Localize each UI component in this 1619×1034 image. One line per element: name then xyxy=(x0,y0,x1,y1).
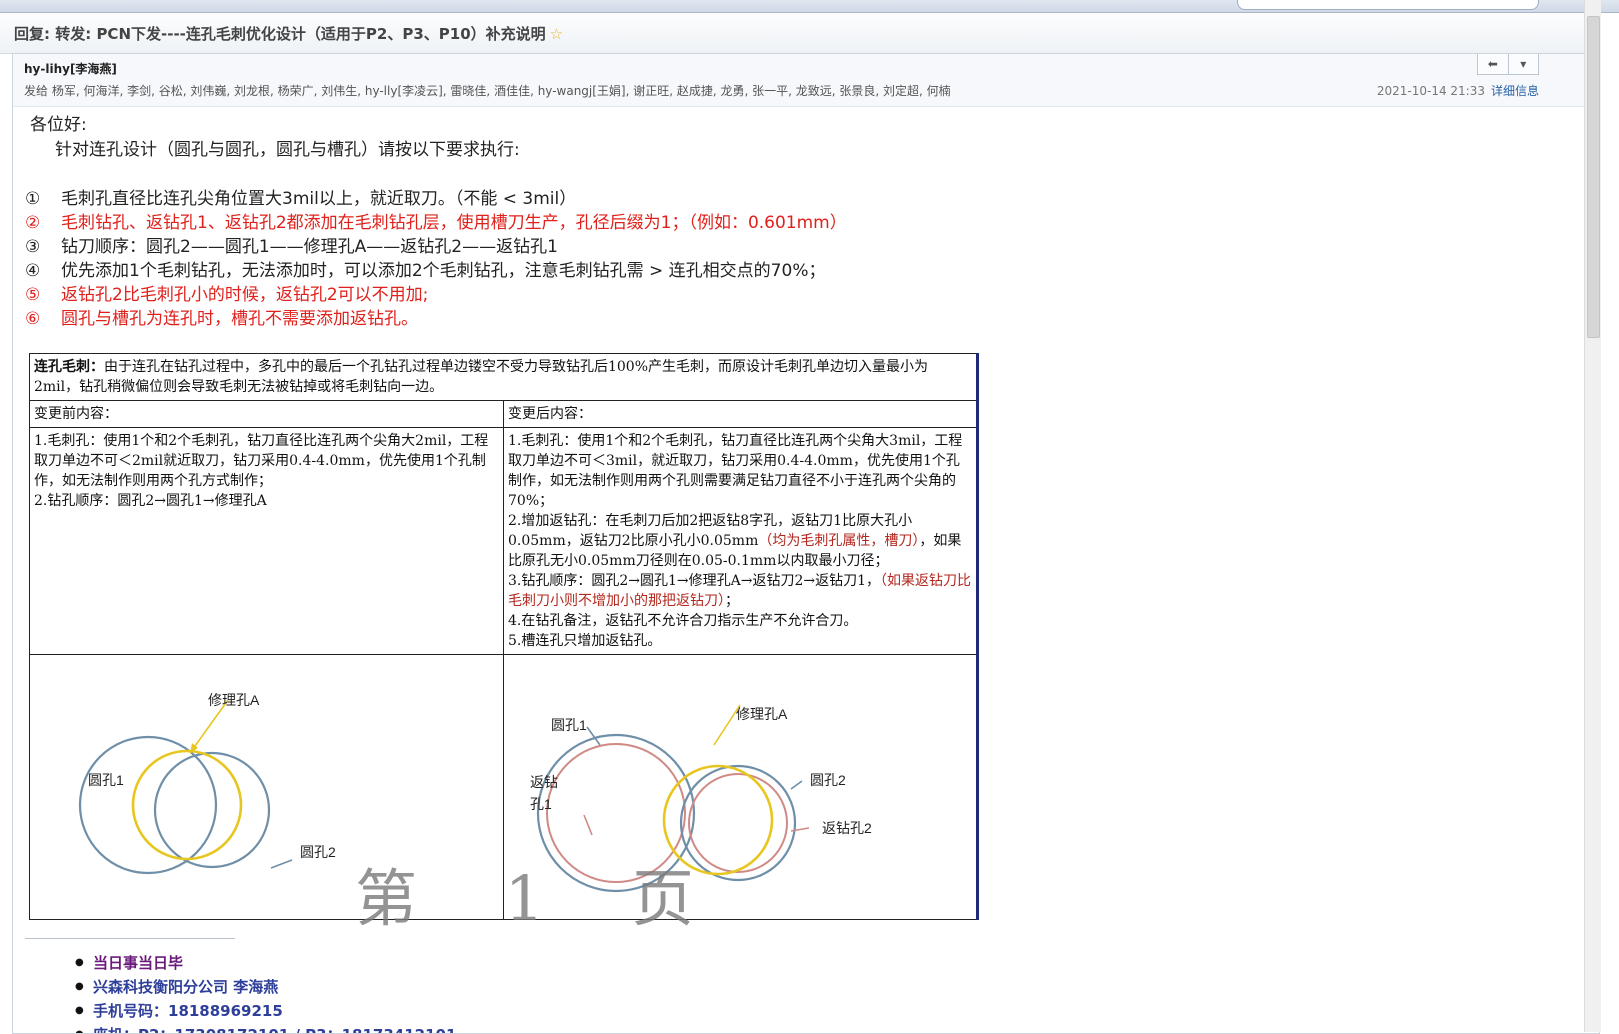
signature-phone: 手机号码：18188969215 xyxy=(75,999,456,1023)
rule-item: ⑤ 返钻孔2比毛刺孔小的时候，返钻孔2可以不用加; xyxy=(25,280,428,305)
vertical-scrollbar[interactable] xyxy=(1584,0,1601,1032)
greeting: 各位好: xyxy=(30,115,87,135)
rule-item: ① 毛刺孔直径比连孔尖角位置大3mil以上，就近取刀。（不能 < 3mil） xyxy=(25,184,576,209)
rule-text: 优先添加1个毛刺钻孔，无法添加时，可以添加2个毛刺钻孔，注意毛刺钻孔需 > 连孔… xyxy=(61,261,826,281)
label-back-drill-1b: 孔1 xyxy=(530,796,552,812)
rule-number: ③ xyxy=(25,237,41,257)
date-text: 2021-10-14 21:33 xyxy=(1376,84,1485,98)
rule-number: ② xyxy=(25,213,41,233)
rule-text: 钻刀顺序：圆孔2——圆孔1——修理孔A——返钻孔2——返钻孔1 xyxy=(61,237,558,257)
signature-motto: 当日事当日毕 xyxy=(75,951,456,975)
subject-text: 回复: 转发: PCN下发----连孔毛刺优化设计（适用于P2、P3、P10）补… xyxy=(14,25,546,43)
rule-number: ④ xyxy=(25,261,41,281)
before-line: 2.钻孔顺序：圆孔2→圆孔1→修理孔A xyxy=(34,493,267,509)
after-line: 5.槽连孔只增加返钻孔。 xyxy=(508,633,662,649)
recipient-list: 发给 杨军, 何海洋, 李剑, 谷松, 刘伟巍, 刘龙根, 杨荣广, 刘伟生, … xyxy=(24,84,951,98)
label-repair-hole-a: 修理孔A xyxy=(208,692,260,708)
back-drill-1-pointer xyxy=(583,814,593,836)
after-3a: 3.钻孔顺序：圆孔2→圆孔1→修理孔A→返钻刀2→返钻刀1， xyxy=(508,573,881,589)
search-input[interactable] xyxy=(1237,0,1539,10)
round-hole-2 xyxy=(153,751,271,869)
table-header-bold: 连孔毛刺： xyxy=(34,359,104,375)
round-hole-2-pointer xyxy=(270,859,293,869)
signature-divider xyxy=(25,938,235,939)
subject-bar: 回复: 转发: PCN下发----连孔毛刺优化设计（适用于P2、P3、P10）补… xyxy=(0,13,1600,54)
page-number-stamp: 第 1 页 xyxy=(355,862,728,935)
rule-text: 返钻孔2比毛刺孔小的时候，返钻孔2可以不用加; xyxy=(61,285,429,305)
rule-text: 毛刺孔直径比连孔尖角位置大3mil以上，就近取刀。（不能 < 3mil） xyxy=(61,189,577,209)
window-top-strip xyxy=(0,0,1619,13)
label-round-hole-1: 圆孔1 xyxy=(88,772,124,788)
reply-icon[interactable]: ⬅ xyxy=(1478,54,1509,74)
label-back-drill-2: 返钻孔2 xyxy=(822,820,872,836)
rule-number: ⑥ xyxy=(25,309,41,329)
intro-text: 针对连孔设计（圆孔与圆孔，圆孔与槽孔）请按以下要求执行: xyxy=(55,140,520,160)
before-line: 1.毛刺孔：使用1个和2个毛刺孔，钻刀直径比连孔两个尖角大2mil，工程取刀单边… xyxy=(34,433,489,489)
after-line: 2.增加返钻孔：在毛刺刀后加2把返钻8字孔，返钻刀1比原大孔小0.05mm，返钻… xyxy=(508,511,972,571)
label-back-drill-1a: 返钻 xyxy=(530,774,558,790)
rule-text: 圆孔与槽孔为连孔时，槽孔不需要添加返钻孔。 xyxy=(61,309,418,329)
after-line: 3.钻孔顺序：圆孔2→圆孔1→修理孔A→返钻刀2→返钻刀1，（如果返钻刀比毛刺刀… xyxy=(508,571,972,611)
table-header-cell: 连孔毛刺：由于连孔在钻孔过程中，多孔中的最后一个孔钻孔过程单边镂空不受力导致钻孔… xyxy=(29,353,978,401)
after-line: 4.在钻孔备注，返钻孔不允许合刀指示生产不允许合刀。 xyxy=(508,613,858,629)
after-3c: ； xyxy=(725,593,739,609)
after-2b: （均为毛刺孔属性，槽刀） xyxy=(758,533,920,549)
rule-number: ⑤ xyxy=(25,285,41,305)
after-line: 1.毛刺孔：使用1个和2个毛刺孔，钻刀直径比连孔两个尖角大3mil，工程取刀单边… xyxy=(508,433,963,509)
message-header: hy-lihy[李海燕] 发给 杨军, 何海洋, 李剑, 谷松, 刘伟巍, 刘龙… xyxy=(13,54,1599,107)
detail-info-link[interactable]: 详细信息 xyxy=(1491,84,1539,98)
label-round-hole-2: 圆孔2 xyxy=(810,772,846,788)
rule-item: ④ 优先添加1个毛刺钻孔，无法添加时，可以添加2个毛刺钻孔，注意毛刺钻孔需 > 连… xyxy=(25,256,825,281)
before-content-cell: 1.毛刺孔：使用1个和2个毛刺孔，钻刀直径比连孔两个尖角大2mil，工程取刀单边… xyxy=(29,427,504,655)
before-title-cell: 变更前内容： xyxy=(29,400,504,428)
reply-button-group: ⬅ ▾ xyxy=(1477,54,1539,75)
label-repair-hole-a: 修理孔A xyxy=(736,706,788,722)
mail-subject: 回复: 转发: PCN下发----连孔毛刺优化设计（适用于P2、P3、P10）补… xyxy=(14,23,563,44)
label-round-hole-2: 圆孔2 xyxy=(300,844,336,860)
rule-text: 毛刺钻孔、返钻孔1、返钻孔2都添加在毛刺钻孔层，使用槽刀生产，孔径后缀为1；（例… xyxy=(61,213,847,233)
label-round-hole-1: 圆孔1 xyxy=(551,717,587,733)
signature-list: 当日事当日毕 兴森科技衡阳分公司 李海燕 手机号码：18188969215 座机… xyxy=(75,951,456,1033)
chevron-down-icon[interactable]: ▾ xyxy=(1509,54,1539,74)
after-content-cell: 1.毛刺孔：使用1个和2个毛刺孔，钻刀直径比连孔两个尖角大3mil，工程取刀单边… xyxy=(503,427,978,655)
rule-item: ③ 钻刀顺序：圆孔2——圆孔1——修理孔A——返钻孔2——返钻孔1 xyxy=(25,232,558,257)
message-date: 2021-10-14 21:33 详细信息 xyxy=(1377,82,1539,99)
change-table: 连孔毛刺：由于连孔在钻孔过程中，多孔中的最后一个孔钻孔过程单边镂空不受力导致钻孔… xyxy=(29,353,979,920)
after-title-cell: 变更后内容： xyxy=(503,400,978,428)
rule-item: ⑥ 圆孔与槽孔为连孔时，槽孔不需要添加返钻孔。 xyxy=(25,304,418,329)
signature-company: 兴森科技衡阳分公司 李海燕 xyxy=(75,975,456,999)
round-hole-1 xyxy=(78,735,218,875)
rule-number: ① xyxy=(25,189,41,209)
round-hole-2-pointer xyxy=(790,780,803,790)
repair-hole-a xyxy=(131,749,243,861)
scrollbar-thumb[interactable] xyxy=(1587,16,1600,338)
sender-name[interactable]: hy-lihy[李海燕] xyxy=(24,60,117,77)
rule-item: ② 毛刺钻孔、返钻孔1、返钻孔2都添加在毛刺钻孔层，使用槽刀生产，孔径后缀为1；（… xyxy=(25,208,847,233)
table-header-text: 由于连孔在钻孔过程中，多孔中的最后一个孔钻孔过程单边镂空不受力导致钻孔后100%… xyxy=(34,359,929,395)
star-icon[interactable]: ☆ xyxy=(550,25,563,43)
